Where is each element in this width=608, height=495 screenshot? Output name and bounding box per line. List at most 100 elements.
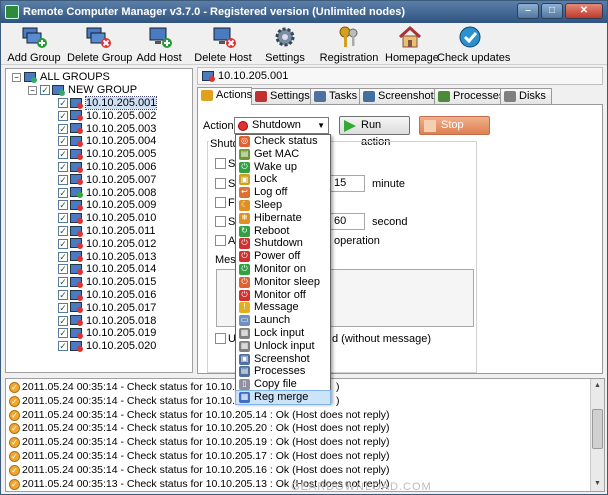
tree-host-item[interactable]: ✓ 10.10.205.016 — [58, 289, 156, 302]
dropdown-item-processes[interactable]: ▤ Processes — [236, 365, 330, 378]
scroll-down-icon[interactable]: ▼ — [592, 478, 603, 490]
tree-host-item[interactable]: ✓ 10.10.205.001 — [58, 96, 158, 110]
host-checkbox[interactable]: ✓ — [58, 187, 68, 198]
host-checkbox[interactable]: ✓ — [58, 213, 68, 224]
log-scrollbar[interactable]: ▲ ▼ — [590, 379, 604, 491]
tab-actions[interactable]: Actions — [197, 87, 252, 105]
host-checkbox[interactable]: ✓ — [58, 123, 68, 134]
dropdown-item-unlock-input[interactable]: ▦ Unlock input — [236, 340, 330, 353]
settings-button[interactable]: Settings — [263, 25, 307, 65]
dropdown-item-wake-up[interactable]: ⏻ Wake up — [236, 161, 330, 174]
dropdown-item-hibernate[interactable]: ❄ Hibernate — [236, 212, 330, 225]
host-checkbox[interactable]: ✓ — [58, 341, 68, 352]
collapse-icon[interactable]: − — [12, 72, 21, 82]
homepage-button[interactable]: Homepage — [385, 25, 439, 65]
host-checkbox[interactable]: ✓ — [58, 149, 68, 160]
minutes-field[interactable]: 15 — [330, 175, 365, 192]
scroll-up-icon[interactable]: ▲ — [592, 380, 603, 392]
tree-host-item[interactable]: ✓ 10.10.205.018 — [58, 315, 156, 328]
tree-host-item[interactable]: ✓ 10.10.205.020 — [58, 340, 156, 353]
option-checkbox-4[interactable] — [215, 216, 226, 227]
host-checkbox[interactable]: ✓ — [58, 302, 68, 313]
check-updates-button[interactable]: Check updates — [437, 25, 510, 65]
delete-host-button[interactable]: Delete Host — [194, 25, 252, 65]
tree-host-item[interactable]: ✓ 10.10.205.012 — [58, 238, 156, 251]
dropdown-item-copy-file[interactable]: ▯ Copy file — [236, 378, 330, 391]
dropdown-item-get-mac[interactable]: ▤ Get MAC — [236, 148, 330, 161]
tree-host-item[interactable]: ✓ 10.10.205.017 — [58, 302, 156, 315]
tab-processes[interactable]: Processes — [434, 88, 504, 104]
group-checkbox[interactable]: ✓ — [40, 85, 50, 96]
host-checkbox[interactable]: ✓ — [58, 110, 68, 121]
run-action-button[interactable]: Run action — [339, 116, 410, 148]
dropdown-item-reboot[interactable]: ↻ Reboot — [236, 225, 330, 238]
tab-disks[interactable]: Disks — [500, 88, 552, 104]
tree-host-item[interactable]: ✓ 10.10.205.006 — [58, 161, 156, 174]
dropdown-item-monitor-off[interactable]: ⏻ Monitor off — [236, 289, 330, 302]
add-group-button[interactable]: Add Group — [5, 25, 63, 65]
close-button[interactable]: ✕ — [565, 3, 603, 19]
tree-group[interactable]: − ✓ NEW GROUP — [28, 84, 137, 97]
dropdown-item-label: Monitor off — [254, 288, 306, 301]
dropdown-item-shutdown[interactable]: ⏻ Shutdown — [236, 237, 330, 250]
tree-host-item[interactable]: ✓ 10.10.205.011 — [58, 225, 156, 238]
tree-host-item[interactable]: ✓ 10.10.205.005 — [58, 148, 156, 161]
host-checkbox[interactable]: ✓ — [58, 328, 68, 339]
dropdown-item-power-off[interactable]: ⏻ Power off — [236, 250, 330, 263]
seconds-field[interactable]: 60 — [330, 213, 365, 230]
host-checkbox[interactable]: ✓ — [58, 200, 68, 211]
option-checkbox-1[interactable] — [215, 158, 226, 169]
tree-host-item[interactable]: ✓ 10.10.205.004 — [58, 135, 156, 148]
tree-host-item[interactable]: ✓ 10.10.205.010 — [58, 212, 156, 225]
tree-root[interactable]: − ALL GROUPS — [12, 71, 110, 84]
dropdown-item-sleep[interactable]: ☾ Sleep — [236, 199, 330, 212]
screenshot-tab-icon — [363, 91, 375, 102]
action-select[interactable]: Shutdown ▼ — [234, 117, 329, 134]
registration-button[interactable]: Registration — [317, 25, 381, 65]
delete-group-button[interactable]: Delete Group — [67, 25, 132, 65]
tree-host-item[interactable]: ✓ 10.10.205.014 — [58, 263, 156, 276]
minimize-button[interactable]: – — [517, 3, 539, 19]
option-checkbox-5[interactable] — [215, 235, 226, 246]
dropdown-item-check-status[interactable]: ◎ Check status — [236, 135, 330, 148]
dropdown-item-monitor-on[interactable]: ⏻ Monitor on — [236, 263, 330, 276]
dropdown-item-message[interactable]: ! Message — [236, 301, 330, 314]
host-checkbox[interactable]: ✓ — [58, 277, 68, 288]
tab-screenshot[interactable]: Screenshot — [359, 88, 435, 104]
dropdown-item-launch[interactable]: ▭ Launch — [236, 314, 330, 327]
tree-host-item[interactable]: ✓ 10.10.205.008 — [58, 187, 156, 200]
host-checkbox[interactable]: ✓ — [58, 136, 68, 147]
dropdown-item-log-off[interactable]: ↩ Log off — [236, 186, 330, 199]
option-checkbox-3[interactable] — [215, 197, 226, 208]
host-checkbox[interactable]: ✓ — [58, 98, 68, 109]
tree-host-item[interactable]: ✓ 10.10.205.009 — [58, 199, 156, 212]
scroll-thumb[interactable] — [592, 409, 603, 449]
host-checkbox[interactable]: ✓ — [58, 174, 68, 185]
bottom-checkbox[interactable] — [215, 333, 226, 344]
host-checkbox[interactable]: ✓ — [58, 315, 68, 326]
tree-host-item[interactable]: ✓ 10.10.205.013 — [58, 251, 156, 264]
collapse-icon[interactable]: − — [28, 85, 37, 95]
dropdown-item-lock[interactable]: ▣ Lock — [236, 173, 330, 186]
tree-host-item[interactable]: ✓ 10.10.205.003 — [58, 123, 156, 136]
tree-host-item[interactable]: ✓ 10.10.205.019 — [58, 327, 156, 340]
add-host-button[interactable]: Add Host — [135, 25, 183, 65]
host-checkbox[interactable]: ✓ — [58, 238, 68, 249]
maximize-button[interactable]: □ — [541, 3, 563, 19]
host-checkbox[interactable]: ✓ — [58, 264, 68, 275]
host-checkbox[interactable]: ✓ — [58, 251, 68, 262]
tree-host-item[interactable]: ✓ 10.10.205.007 — [58, 174, 156, 187]
tab-settings[interactable]: Settings — [251, 88, 311, 104]
tree-host-item[interactable]: ✓ 10.10.205.015 — [58, 276, 156, 289]
dropdown-item-screenshot[interactable]: ▣ Screenshot — [236, 353, 330, 366]
dropdown-item-reg-merge[interactable]: ▦ Reg merge — [235, 389, 331, 405]
operation-text: operation — [334, 235, 380, 247]
option-checkbox-2[interactable] — [215, 178, 226, 189]
host-checkbox[interactable]: ✓ — [58, 290, 68, 301]
tab-tasks[interactable]: Tasks — [310, 88, 360, 104]
dropdown-item-monitor-sleep[interactable]: ⏻ Monitor sleep — [236, 276, 330, 289]
dropdown-item-lock-input[interactable]: ▦ Lock input — [236, 327, 330, 340]
host-checkbox[interactable]: ✓ — [58, 226, 68, 237]
host-checkbox[interactable]: ✓ — [58, 162, 68, 173]
tree-host-item[interactable]: ✓ 10.10.205.002 — [58, 110, 156, 123]
